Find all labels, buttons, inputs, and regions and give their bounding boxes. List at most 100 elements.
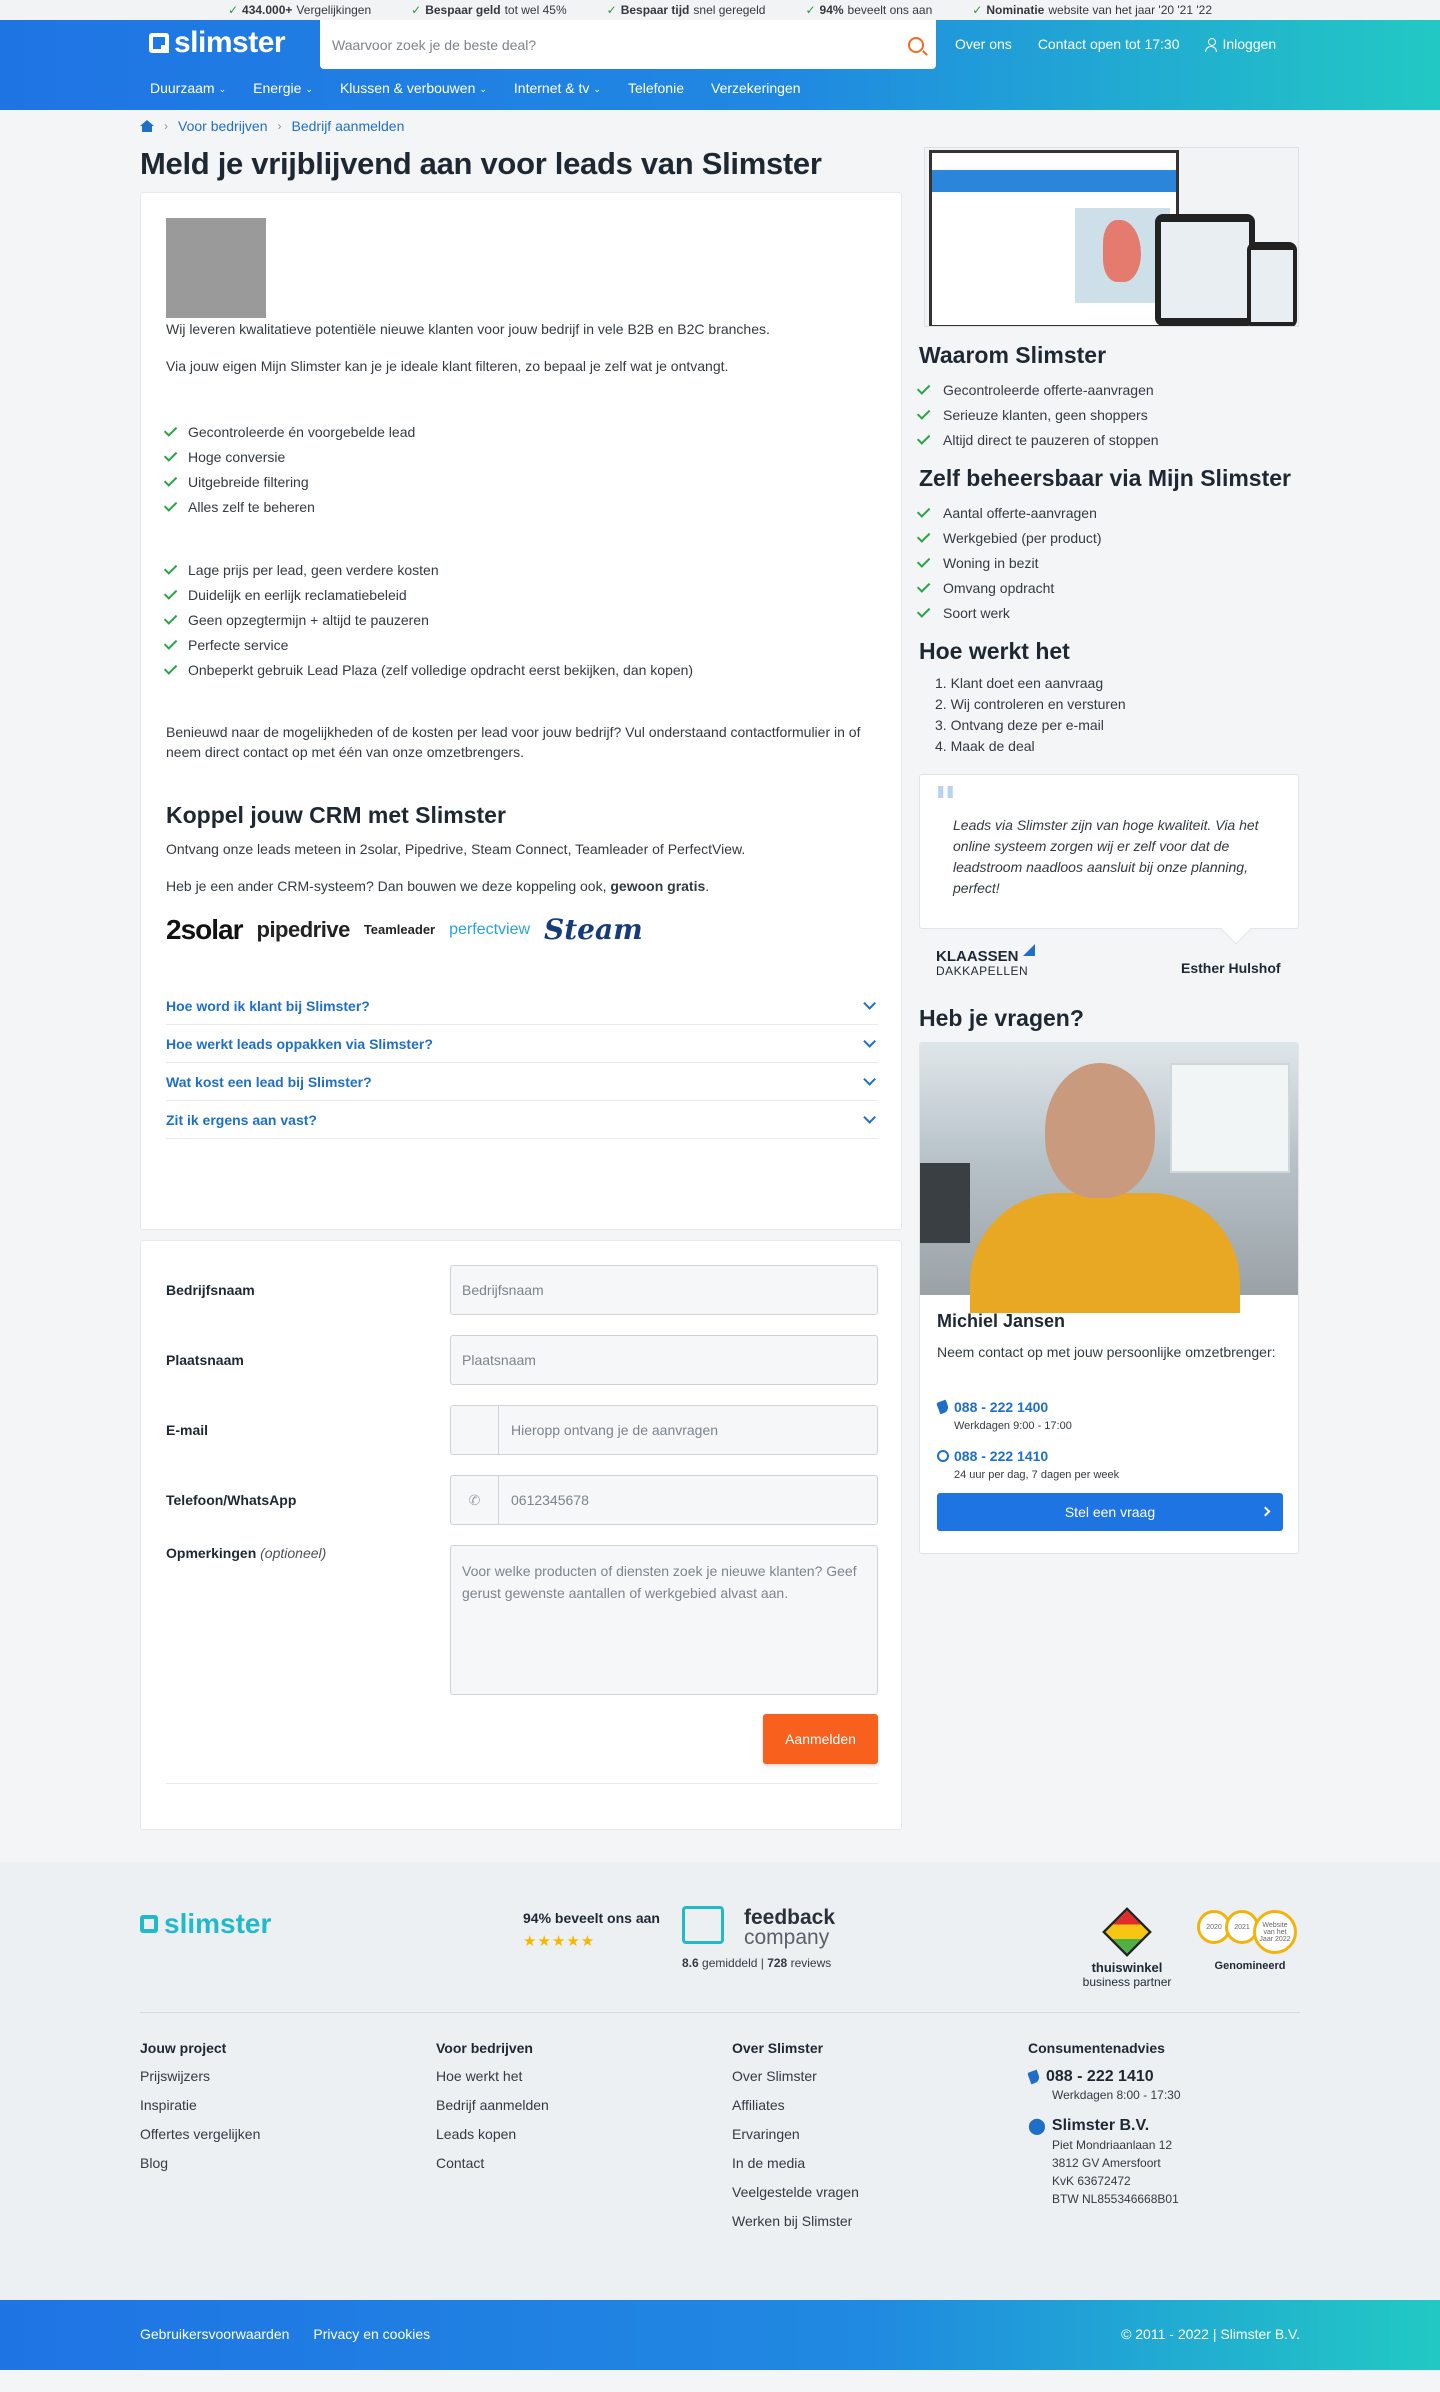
footer-link[interactable]: Blog — [140, 2155, 260, 2184]
logo-mark-icon — [149, 33, 169, 53]
whatsapp-link[interactable]: 088 - 222 1410 — [937, 1448, 1048, 1464]
chevron-down-icon — [863, 1035, 876, 1048]
footer-link[interactable]: Veelgestelde vragen — [732, 2184, 859, 2213]
footer-phone-link[interactable]: 088 - 222 1410 — [1028, 2068, 1181, 2086]
faq-item[interactable]: Wat kost een lead bij Slimster? — [166, 1063, 878, 1101]
footer-col-business: Voor bedrijven Hoe werkt het Bedrijf aan… — [436, 2040, 549, 2184]
email-field[interactable]: Hieropp ontvang je de aanvragen — [450, 1405, 878, 1455]
step-item: 4. Maak de deal — [935, 738, 1035, 754]
usp-bold: 434.000+ — [242, 3, 293, 17]
divider — [166, 1783, 878, 1784]
nav-energie[interactable]: Energie ⌄ — [253, 80, 313, 96]
footer-link[interactable]: Offertes vergelijken — [140, 2126, 260, 2155]
logo-text: KLAASSEN — [936, 948, 1019, 965]
breadcrumb-item[interactable]: Bedrijf aanmelden — [292, 118, 405, 134]
company-input[interactable]: Bedrijfsnaam — [450, 1265, 878, 1315]
nav-duurzaam[interactable]: Duurzaam ⌄ — [150, 80, 226, 96]
ask-question-button[interactable]: Stel een vraag — [937, 1493, 1283, 1531]
list-item-text: Uitgebreide filtering — [188, 473, 309, 490]
nav-internet-tv[interactable]: Internet & tv ⌄ — [514, 80, 601, 96]
footer-link[interactable]: In de media — [732, 2155, 859, 2184]
footer-link[interactable]: Leads kopen — [436, 2126, 549, 2155]
list-item: Aantal offerte-aanvragen — [916, 500, 1101, 525]
footer-link[interactable]: Hoe werkt het — [436, 2068, 549, 2097]
footer-link[interactable]: Bedrijf aanmelden — [436, 2097, 549, 2126]
phone-field[interactable]: ✆ 0612345678 — [450, 1475, 878, 1525]
reviews-count: 728 — [767, 1956, 788, 1970]
phone-number: 088 - 222 1410 — [1046, 2068, 1154, 2085]
list-item-text: Alles zelf te beheren — [188, 498, 315, 515]
testimonial-author: Esther Hulshof — [1181, 960, 1281, 976]
list-item: Omvang opdracht — [916, 575, 1101, 600]
chevron-down-icon: ⌄ — [305, 84, 313, 94]
login-link[interactable]: Inloggen — [1205, 36, 1276, 53]
monitor-image — [920, 1163, 970, 1243]
contact-photo — [920, 1043, 1298, 1313]
logo-subtext: DAKKAPELLEN — [936, 964, 1029, 978]
list-item: Onbeperkt gebruik Lead Plaza (zelf volle… — [163, 657, 693, 682]
check-icon — [163, 661, 178, 675]
check-icon — [163, 423, 178, 437]
footer-col-about: Over Slimster Over Slimster Affiliates E… — [732, 2040, 859, 2242]
check-icon: ✓ — [411, 3, 422, 17]
nav-label: Klussen & verbouwen — [339, 80, 476, 96]
faq-item[interactable]: Zit ik ergens aan vast? — [166, 1101, 878, 1139]
chevron-right-icon: › — [164, 119, 168, 133]
submit-button[interactable]: Aanmelden — [763, 1714, 878, 1764]
nav-verzekeringen[interactable]: Verzekeringen — [711, 80, 801, 96]
chevron-right-icon — [1260, 1506, 1271, 1517]
list-item: Gecontroleerde offerte-aanvragen — [916, 377, 1159, 402]
search-input[interactable]: Waarvoor zoek je de beste deal? — [320, 20, 936, 69]
footer-link[interactable]: Prijswijzers — [140, 2068, 260, 2097]
footer-link[interactable]: Ervaringen — [732, 2126, 859, 2155]
faq-item[interactable]: Hoe werkt leads oppakken via Slimster? — [166, 1025, 878, 1063]
terms-link[interactable]: Gebruikersvoorwaarden — [140, 2326, 289, 2342]
footer-link[interactable]: Inspiratie — [140, 2097, 260, 2126]
about-link[interactable]: Over ons — [955, 36, 1012, 52]
crm-bold: gewoon gratis — [610, 878, 706, 894]
faq-item[interactable]: Hoe word ik klant bij Slimster? — [166, 987, 878, 1025]
list-item: Woning in bezit — [916, 550, 1101, 575]
list-item: Werkgebied (per product) — [916, 525, 1101, 550]
phone-link[interactable]: 088 - 222 1400 — [937, 1399, 1048, 1415]
list-item: Duidelijk en eerlijk reclamatiebeleid — [163, 582, 693, 607]
breadcrumb-item[interactable]: Voor bedrijven — [178, 118, 268, 134]
placeholder: Plaatsnaam — [462, 1352, 536, 1368]
remarks-textarea[interactable]: Voor welke producten of diensten zoek je… — [450, 1545, 878, 1695]
contact-link[interactable]: Contact open tot 17:30 — [1038, 36, 1180, 52]
page-title: Meld je vrijblijvend aan voor leads van … — [140, 146, 822, 181]
placeholder: Hieropp ontvang je de aanvragen — [511, 1422, 719, 1438]
phone-image — [1247, 242, 1297, 326]
whatsapp-hours: 24 uur per dag, 7 dagen per week — [954, 1469, 1120, 1481]
tablet-image — [1155, 214, 1255, 326]
chevron-down-icon: ⌄ — [479, 84, 487, 94]
home-icon[interactable] — [140, 120, 154, 132]
check-icon — [163, 611, 178, 625]
list-item-text: Perfecte service — [188, 636, 289, 653]
list-item: Serieuze klanten, geen shoppers — [916, 402, 1159, 427]
nav-klussen[interactable]: Klussen & verbouwen ⌄ — [340, 80, 487, 96]
usp-text: website van het jaar '20 '21 '22 — [1048, 3, 1213, 17]
footer-link[interactable]: Contact — [436, 2155, 549, 2184]
button-label: Stel een vraag — [1064, 1504, 1156, 1520]
footer-link[interactable]: Over Slimster — [732, 2068, 859, 2097]
nav-telefonie[interactable]: Telefonie — [628, 80, 684, 96]
list-item-text: Geen opzegtermijn + altijd te pauzeren — [188, 611, 429, 628]
search-icon[interactable] — [908, 36, 924, 53]
faq-question: Hoe werkt leads oppakken via Slimster? — [166, 1035, 433, 1052]
footer-link[interactable]: Affiliates — [732, 2097, 859, 2126]
placeholder: Bedrijfsnaam — [462, 1282, 544, 1298]
thuiswinkel-badge[interactable]: thuiswinkel business partner — [1077, 1907, 1177, 1989]
list-item-text: Gecontroleerde én voorgebelde lead — [188, 423, 416, 440]
privacy-link[interactable]: Privacy en cookies — [313, 2326, 430, 2342]
slimster-logo[interactable]: slimster — [149, 26, 286, 60]
list-item: Soort werk — [916, 600, 1101, 625]
footer-logo[interactable]: slimster — [140, 1908, 271, 1940]
city-input[interactable]: Plaatsnaam — [450, 1335, 878, 1385]
phone-hours: Werkdagen 8:00 - 17:30 — [1052, 2088, 1181, 2102]
phone-number: 088 - 222 1410 — [954, 1448, 1049, 1464]
klaassen-logo: KLAASSEN DAKKAPELLEN — [936, 944, 1035, 978]
footer-link[interactable]: Werken bij Slimster — [732, 2213, 859, 2242]
list-item: Lage prijs per lead, geen verdere kosten — [163, 557, 693, 582]
devices-screenshot-image — [924, 147, 1299, 327]
